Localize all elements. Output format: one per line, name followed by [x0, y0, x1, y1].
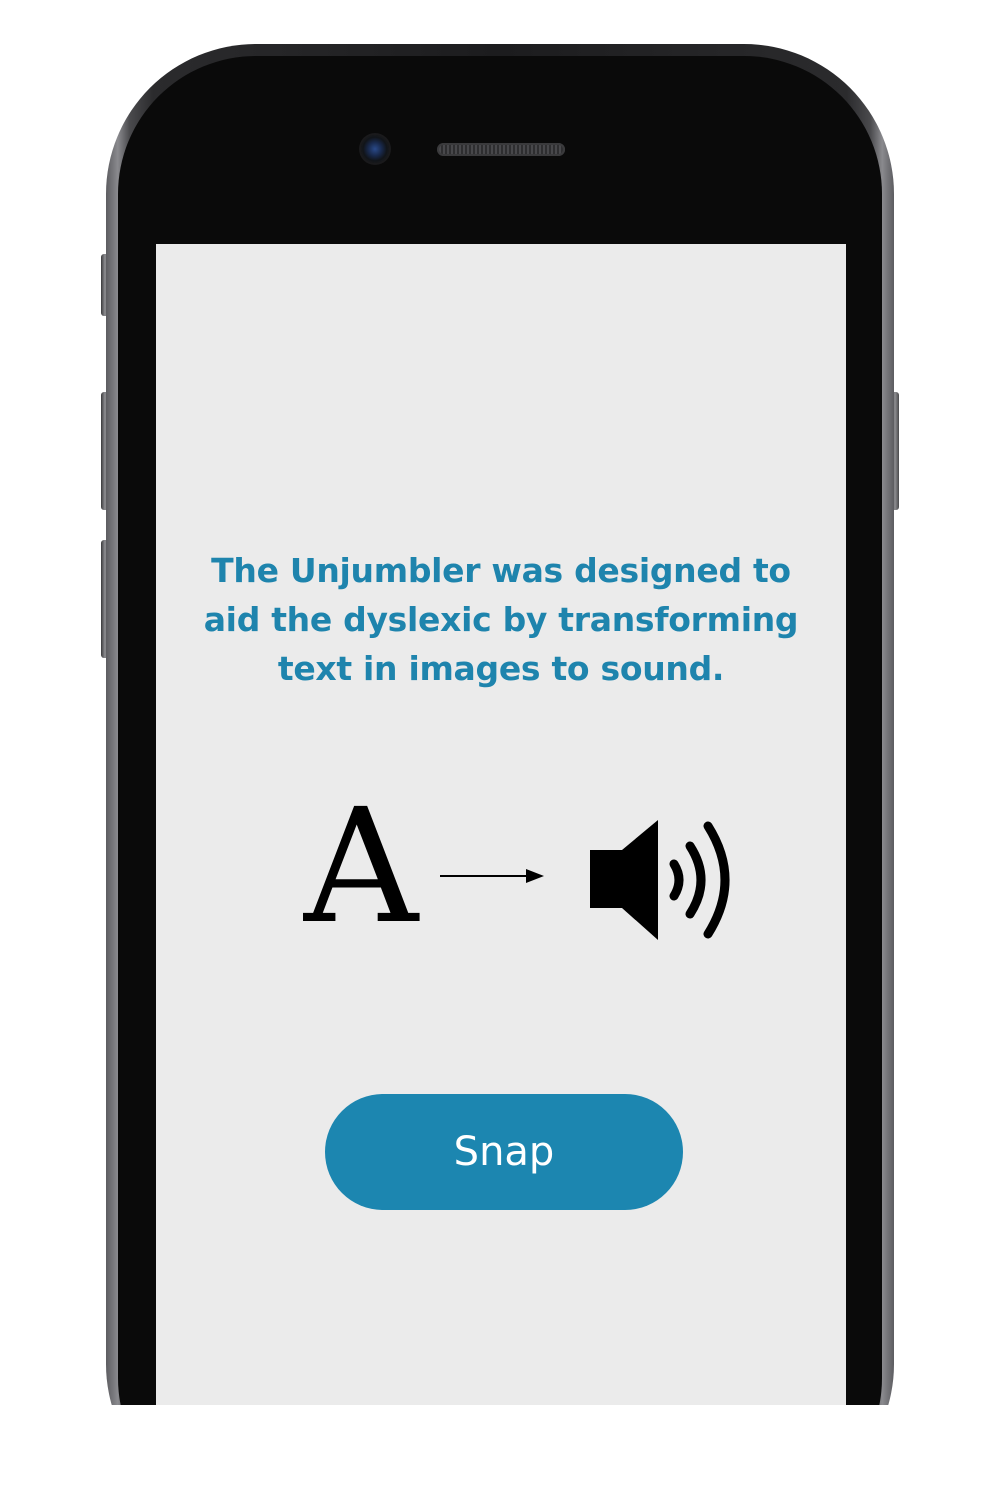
snap-button[interactable]: Snap	[325, 1094, 683, 1210]
description-line: text in images to sound.	[277, 649, 725, 688]
right-arrow-icon	[440, 869, 544, 883]
letter-a-glyph: A	[303, 775, 419, 959]
description-line: aid the dyslexic by transforming	[203, 600, 799, 639]
earpiece-speaker	[437, 143, 565, 156]
device-mockup: The Unjumbler was designed to aid the dy…	[0, 0, 1000, 1500]
description-line: The Unjumbler was designed to	[211, 551, 791, 590]
app-description: The Unjumbler was designed to aid the dy…	[156, 546, 846, 693]
speaker-volume-icon	[590, 820, 730, 940]
app-screen: The Unjumbler was designed to aid the dy…	[156, 244, 846, 1405]
page-background-bottom	[0, 1405, 1000, 1500]
front-camera	[361, 135, 389, 163]
